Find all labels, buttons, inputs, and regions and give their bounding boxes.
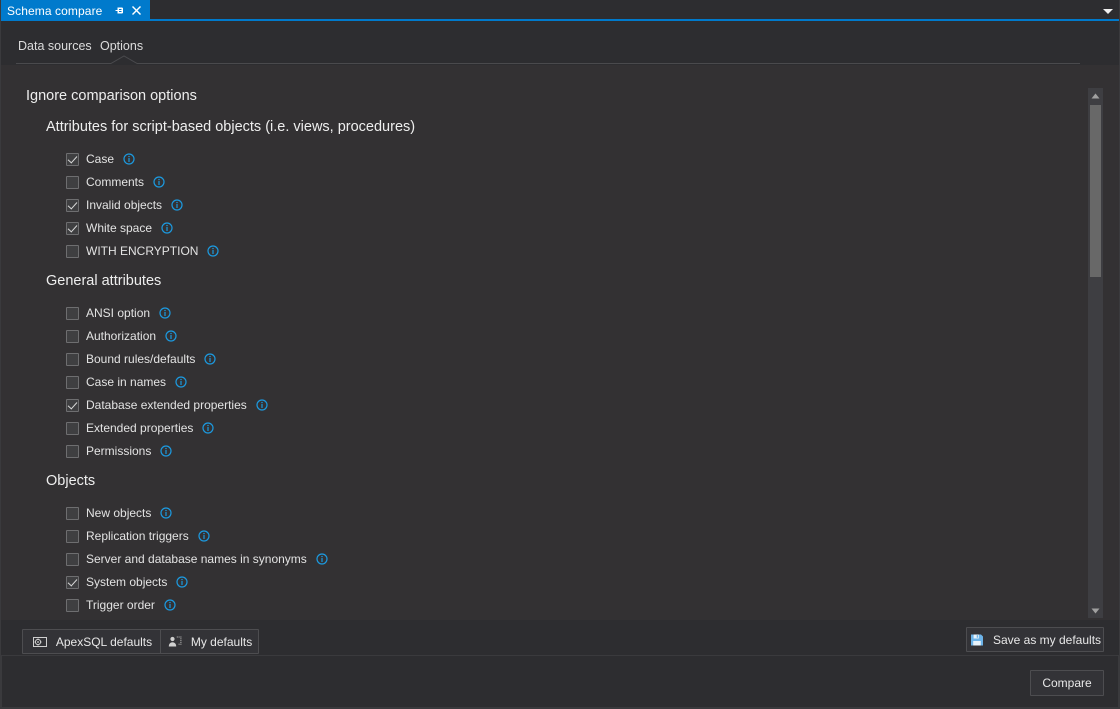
checkbox-row-system-objects[interactable]: System objects <box>66 573 188 591</box>
info-icon[interactable] <box>159 307 171 319</box>
checkbox-label: Bound rules/defaults <box>86 351 196 366</box>
tab-data-sources[interactable]: Data sources <box>18 39 92 53</box>
checkbox-row-database-extended-properties[interactable]: Database extended properties <box>66 396 268 414</box>
info-icon[interactable] <box>160 507 172 519</box>
compare-button[interactable]: Compare <box>1030 670 1104 696</box>
apexsql-defaults-button[interactable]: ApexSQL defaults <box>22 629 162 654</box>
checkbox-label: Comments <box>86 174 145 189</box>
info-icon[interactable] <box>165 330 177 342</box>
checkbox-row-ansi-option[interactable]: ANSI option <box>66 304 171 322</box>
checkbox-row-bound-rules-defaults[interactable]: Bound rules/defaults <box>66 350 217 368</box>
info-icon[interactable] <box>316 553 328 565</box>
window-titlebar: Schema compare <box>0 0 1120 21</box>
compare-label: Compare <box>1042 676 1092 690</box>
checkbox-row-permissions[interactable]: Permissions <box>66 442 172 460</box>
checkbox-label: WITH ENCRYPTION <box>86 243 199 258</box>
checkbox-comments[interactable] <box>66 175 79 189</box>
checkbox-label: Permissions <box>86 443 152 458</box>
info-icon[interactable] <box>256 399 268 411</box>
checkbox-permissions[interactable] <box>66 444 79 458</box>
checkbox-row-authorization[interactable]: Authorization <box>66 327 177 345</box>
info-icon[interactable] <box>123 153 135 165</box>
checkbox-label: Authorization <box>86 328 157 343</box>
group-title-objects: Objects <box>46 473 96 489</box>
triangle-up-icon[interactable] <box>1088 88 1103 103</box>
checkbox-new-objects[interactable] <box>66 506 79 520</box>
info-icon[interactable] <box>204 353 217 365</box>
info-icon[interactable] <box>176 576 188 588</box>
document-tab-schema-compare[interactable]: Schema compare <box>0 0 151 21</box>
schema-compare-window: Schema compare Data sources Options Igno… <box>0 0 1120 709</box>
checkbox-label: ANSI option <box>86 305 151 320</box>
checkbox-replication-triggers[interactable] <box>66 529 79 543</box>
monitor-gear-icon <box>32 634 48 650</box>
info-icon[interactable] <box>164 599 176 611</box>
tab-bar: Data sources Options <box>0 21 1120 65</box>
checkbox-white-space[interactable] <box>66 221 79 235</box>
close-icon[interactable] <box>128 3 144 19</box>
checkbox-case[interactable] <box>66 152 79 166</box>
checkbox-trigger-order[interactable] <box>66 598 79 612</box>
checkbox-label: Case <box>86 151 115 166</box>
checkbox-row-case[interactable]: Case <box>66 150 135 168</box>
save-as-my-defaults-label: Save as my defaults <box>992 632 1102 647</box>
info-icon[interactable] <box>198 530 210 542</box>
checkbox-bound-rules-defaults[interactable] <box>66 352 79 366</box>
checkbox-label: Extended properties <box>86 420 194 435</box>
checkbox-authorization[interactable] <box>66 329 79 343</box>
page-title: Ignore comparison options <box>26 88 197 104</box>
active-tab-indicator <box>108 55 140 64</box>
checkbox-ansi-option[interactable] <box>66 306 79 320</box>
checkbox-label: New objects <box>86 505 152 520</box>
info-icon[interactable] <box>161 222 173 234</box>
checkbox-row-invalid-objects[interactable]: Invalid objects <box>66 196 183 214</box>
checkbox-label: White space <box>86 220 153 235</box>
info-icon[interactable] <box>153 176 165 188</box>
checkbox-label: System objects <box>86 574 168 589</box>
checkbox-label: Case in names <box>86 374 167 389</box>
checkbox-invalid-objects[interactable] <box>66 198 79 212</box>
info-icon[interactable] <box>171 199 183 211</box>
group-title-script-attributes: Attributes for script-based objects (i.e… <box>46 119 416 135</box>
checkbox-label: Replication triggers <box>86 528 189 543</box>
checkbox-row-with-encryption[interactable]: WITH ENCRYPTION <box>66 242 220 260</box>
checkbox-extended-properties[interactable] <box>66 421 79 435</box>
document-tab-label: Schema compare <box>7 3 103 18</box>
triangle-down-icon[interactable] <box>1088 603 1103 618</box>
checkbox-row-trigger-order[interactable]: Trigger order <box>66 596 176 614</box>
checkbox-row-white-space[interactable]: White space <box>66 219 173 237</box>
info-icon[interactable] <box>202 422 215 434</box>
tab-options[interactable]: Options <box>100 39 143 53</box>
floppy-save-icon <box>969 632 985 648</box>
my-defaults-button[interactable]: My defaults <box>160 629 259 654</box>
checkbox-row-comments[interactable]: Comments <box>66 173 165 191</box>
options-scrollbar[interactable] <box>1088 88 1103 618</box>
tab-underline <box>16 63 1080 64</box>
chevron-down-icon[interactable] <box>1100 3 1116 19</box>
info-icon[interactable] <box>175 376 187 388</box>
apexsql-defaults-label: ApexSQL defaults <box>55 634 153 649</box>
save-as-my-defaults-button[interactable]: Save as my defaults <box>966 627 1104 652</box>
my-defaults-label: My defaults <box>190 634 253 649</box>
checkbox-server-and-database-names-in-synonyms[interactable] <box>66 552 79 566</box>
info-icon[interactable] <box>160 445 172 457</box>
checkbox-label: Database extended properties <box>86 397 247 412</box>
checkbox-system-objects[interactable] <box>66 575 79 589</box>
checkbox-with-encryption[interactable] <box>66 244 79 258</box>
checkbox-row-case-in-names[interactable]: Case in names <box>66 373 187 391</box>
checkbox-row-server-and-database-names-in-synonyms[interactable]: Server and database names in synonyms <box>66 550 328 568</box>
scrollbar-thumb[interactable] <box>1090 105 1101 277</box>
checkbox-label: Trigger order <box>86 597 155 612</box>
checkbox-row-new-objects[interactable]: New objects <box>66 504 172 522</box>
checkbox-row-replication-triggers[interactable]: Replication triggers <box>66 527 210 545</box>
info-icon[interactable] <box>207 245 220 257</box>
checkbox-row-extended-properties[interactable]: Extended properties <box>66 419 215 437</box>
checkbox-label: Server and database names in synonyms <box>86 551 307 566</box>
checkbox-case-in-names[interactable] <box>66 375 79 389</box>
pin-icon[interactable] <box>111 3 127 19</box>
checkbox-database-extended-properties[interactable] <box>66 398 79 412</box>
group-title-general-attributes: General attributes <box>46 273 162 289</box>
checkbox-label: Invalid objects <box>86 197 163 212</box>
user-defaults-icon <box>167 634 183 650</box>
